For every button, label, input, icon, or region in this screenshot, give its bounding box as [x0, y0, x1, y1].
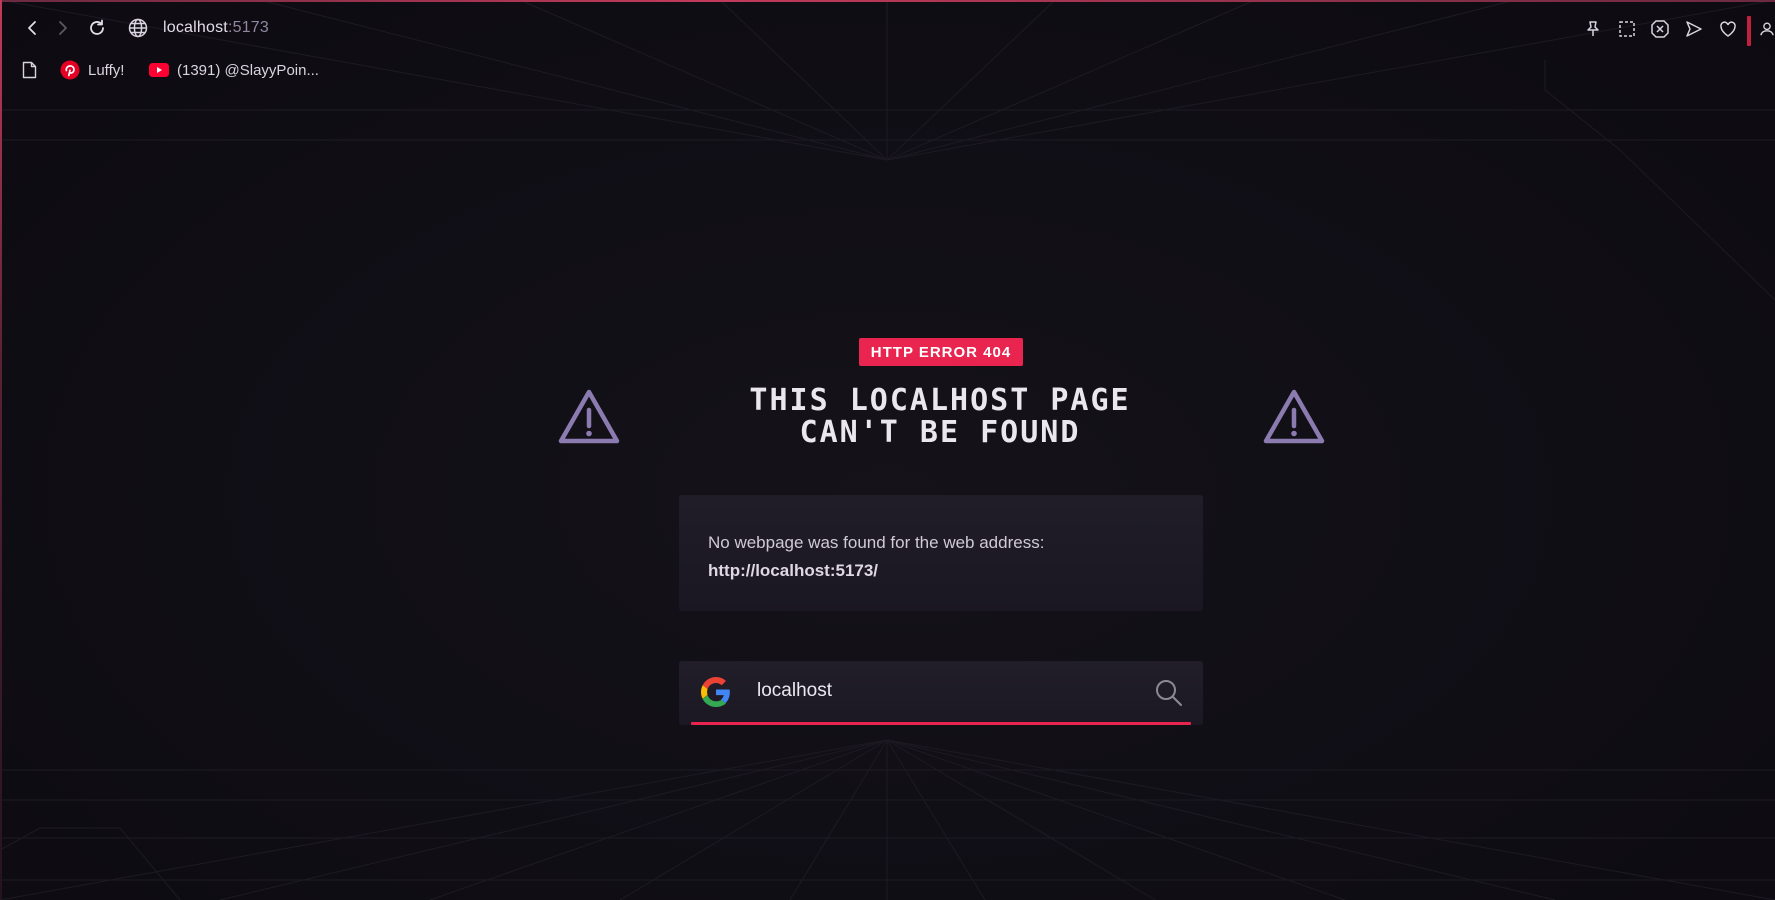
forward-button[interactable] — [49, 14, 77, 42]
bookmarks-bar: Luffy! (1391) @SlayyPoin... — [0, 56, 1775, 84]
error-message: No webpage was found for the web address… — [708, 533, 1045, 552]
snapshot-button[interactable] — [1614, 16, 1640, 42]
close-tab-button[interactable] — [1647, 16, 1673, 42]
search-input[interactable] — [755, 674, 1119, 708]
bookmark-label: (1391) @SlayyPoin... — [177, 61, 319, 79]
search-button[interactable] — [1153, 677, 1185, 709]
error-message-text: No webpage was found for the web address… — [708, 529, 1044, 585]
toolbar-accent-bar — [1747, 16, 1751, 46]
address-port: :5173 — [227, 19, 269, 36]
browser-window: localhost:5173 Luffy! (1391) @SlayyPoin.… — [0, 0, 1775, 900]
heart-icon — [1720, 21, 1736, 37]
pin-icon — [1587, 21, 1599, 36]
reload-button[interactable] — [83, 14, 111, 42]
pin-button[interactable] — [1580, 16, 1606, 42]
page-icon — [22, 61, 37, 79]
send-icon — [1686, 21, 1702, 37]
address-bar[interactable]: localhost:5173 — [163, 19, 269, 37]
grid-background — [0, 0, 1775, 900]
youtube-icon — [149, 63, 169, 77]
back-button[interactable] — [18, 14, 46, 42]
snapshot-icon — [1619, 21, 1635, 37]
search-box — [679, 661, 1203, 725]
profile-icon — [1760, 22, 1774, 36]
bookmark-label: Luffy! — [88, 61, 125, 79]
warning-icon — [558, 389, 620, 444]
forward-icon — [59, 21, 67, 35]
search-underline — [691, 722, 1191, 725]
error-url: http://localhost:5173/ — [708, 561, 879, 580]
search-icon — [1156, 680, 1182, 706]
error-title-line: CAN'T BE FOUND — [799, 415, 1081, 450]
bookmark-youtube[interactable]: (1391) @SlayyPoin... — [149, 58, 319, 82]
error-title-line: THIS LOCALHOST PAGE — [749, 383, 1131, 418]
error-title: THIS LOCALHOST PAGE CAN'T BE FOUND — [700, 385, 1180, 449]
bookmark-luffy[interactable]: Luffy! — [60, 58, 124, 82]
browser-toolbar: localhost:5173 — [0, 2, 1775, 54]
favorite-button[interactable] — [1715, 16, 1741, 42]
bookmark-page-button[interactable] — [22, 58, 37, 82]
address-host: localhost — [163, 19, 228, 36]
google-icon — [701, 677, 730, 707]
window-frame-left — [0, 0, 2, 900]
warning-icon — [1263, 389, 1325, 444]
pinterest-icon — [60, 60, 80, 80]
error-badge: HTTP ERROR 404 — [859, 338, 1023, 366]
send-button[interactable] — [1681, 16, 1707, 42]
error-message-box: No webpage was found for the web address… — [679, 495, 1203, 611]
reload-icon — [90, 19, 104, 35]
profile-button[interactable] — [1759, 16, 1775, 42]
back-icon — [28, 21, 36, 35]
close-tab-icon — [1651, 20, 1669, 38]
globe-icon[interactable] — [128, 18, 148, 38]
